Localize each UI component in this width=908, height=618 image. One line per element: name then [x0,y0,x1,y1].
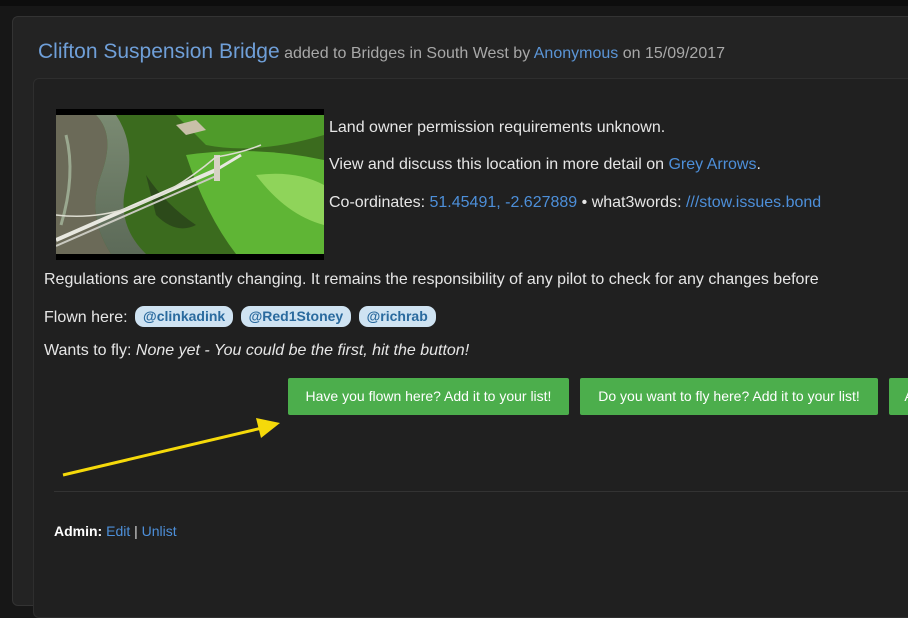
coords-link[interactable]: 51.45491, -2.627889 [430,194,578,211]
coords-label: Co-ordinates: [329,194,426,211]
edit-link[interactable]: Edit [106,523,130,539]
what3words-link[interactable]: ///stow.issues.bond [686,194,821,211]
admin-separator: | [134,523,138,539]
author-link[interactable]: Anonymous [534,45,619,62]
bridge-aerial-image [56,115,324,254]
third-action-button[interactable]: A [889,378,908,415]
wants-to-fly-label: Wants to fly: [44,342,132,359]
discuss-suffix: . [756,156,761,173]
add-flown-button[interactable]: Have you flown here? Add it to your list… [288,378,569,415]
permission-text: Land owner permission requirements unkno… [329,119,666,136]
admin-label: Admin: [54,523,103,539]
what3words-label: • what3words: [581,194,682,211]
title-line: Clifton Suspension Bridge added to Bridg… [38,40,725,64]
pilot-tag[interactable]: @richrab [358,306,436,327]
flown-here-line: Flown here: @clinkadink @Red1Stoney @ric… [44,306,436,327]
wants-to-fly-value: None yet - You could be the first, hit t… [135,342,470,359]
date-text: on 15/09/2017 [622,45,726,62]
admin-bar: Admin: Edit | Unlist [54,523,177,539]
discuss-line: View and discuss this location in more d… [329,156,761,174]
grey-arrows-link[interactable]: Grey Arrows [668,156,756,173]
divider [54,491,908,492]
pilot-tag[interactable]: @Red1Stoney [240,306,352,327]
location-thumbnail[interactable] [56,109,324,260]
flown-here-label: Flown here: [44,309,128,326]
added-to-text: added to Bridges in South West by [284,45,531,62]
wants-to-fly-line: Wants to fly: None yet - You could be th… [44,342,469,360]
unlist-link[interactable]: Unlist [142,523,177,539]
pilot-tag[interactable]: @clinkadink [135,306,234,327]
regulations-text: Regulations are constantly changing. It … [44,271,819,288]
add-want-to-fly-button[interactable]: Do you want to fly here? Add it to your … [580,378,878,415]
discuss-prefix: View and discuss this location in more d… [329,156,664,173]
coordinates-line: Co-ordinates: 51.45491, -2.627889 • what… [329,194,821,212]
top-bar [0,0,908,6]
location-title-link[interactable]: Clifton Suspension Bridge [38,40,280,63]
